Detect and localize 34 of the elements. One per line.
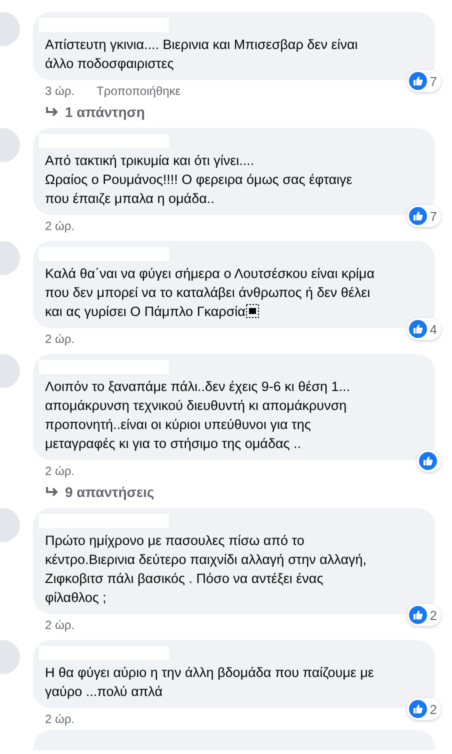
reaction-badge[interactable]: 7	[406, 205, 441, 227]
reply-arrow-icon	[45, 486, 59, 498]
reaction-badge[interactable]	[417, 450, 441, 472]
reaction-count: 2	[430, 608, 437, 622]
reaction-count: 7	[430, 208, 437, 224]
reaction-badge[interactable]: 2	[406, 604, 441, 626]
comment-time[interactable]: 2 ώρ.	[45, 332, 75, 346]
comment-text: Απίστευτη γκινια.... Βιερινια και Μπισεσβαρ δεν είναι άλλο ποδοσφαιριστες	[45, 36, 359, 73]
replies-link[interactable]: 9 απαντήσεις	[33, 478, 435, 500]
comment-text: Από τακτική τρικυμία και ότι γίνει.... Ωραίος ο Ρουμάνος!!!! Ο φερειρα όμως σας έφταιγε που έπαιζε μπαλα η ομάδα..	[45, 152, 354, 208]
reaction-count: 2	[430, 702, 437, 716]
thumbs-up-icon	[408, 72, 427, 90]
reaction-count: 7	[430, 74, 437, 88]
replies-link[interactable]: 1 απάντηση	[33, 98, 435, 120]
comment-time[interactable]: 2 ώρ.	[45, 618, 75, 632]
thumbs-up-icon	[408, 207, 427, 225]
reaction-badge[interactable]: 2	[406, 698, 441, 720]
thumbs-up-icon	[408, 700, 427, 718]
reaction-badge[interactable]: 4	[406, 318, 441, 340]
comment-time[interactable]: 2 ώρ.	[45, 219, 75, 233]
comment-time[interactable]: 2 ώρ.	[45, 712, 75, 726]
comment-text: Καλά θα΄ναι να φύγει σήμερα ο Λουτσέσκου είναι κρίμα που δεν μπορεί να το καταλάβει άνθρωπος ή δεν θέλει και ας γυρίσει Ο Πάμπλο Γκαρσία	[45, 265, 376, 321]
thumbs-up-icon	[408, 606, 427, 624]
comment-text: Λοιπόν το ξαναπάμε πάλι..δεν έχεις 9-6 κι θέση 1... απομάκρυνση τεχνικού διευθυντή κι απομάκρυνση προπονητή..είναι οι κύριοι υπεύθυνοι για της μεταγραφές κι για το στήσιμο της ομάδας ..	[45, 378, 351, 453]
comment-time[interactable]: 2 ώρ.	[45, 464, 75, 478]
comment-text: Η θα φύγει αύριο η την άλλη βδομάδα που παίζουμε με γαύρο ...πολύ απλά	[45, 664, 375, 701]
reaction-count: 4	[430, 322, 437, 336]
comment-text: Πρώτο ημίχρονο με πασουλες πίσω από το κέντρο.Βιερινια δεύτερο παιχνίδι αλλαγή στην αλλαγή, Ζιφκοβιτσ πάλι βασικός . Πόσο να αντέξει ένας φίλαθλος ;	[45, 532, 368, 607]
edited-label: Τροποποιήθηκε	[96, 84, 181, 98]
thumbs-up-icon	[419, 452, 437, 470]
reaction-badge[interactable]: 7	[406, 70, 441, 92]
reply-arrow-icon	[45, 106, 59, 118]
comment-time[interactable]: 3 ώρ.	[45, 84, 75, 98]
thumbs-up-icon	[408, 320, 427, 338]
